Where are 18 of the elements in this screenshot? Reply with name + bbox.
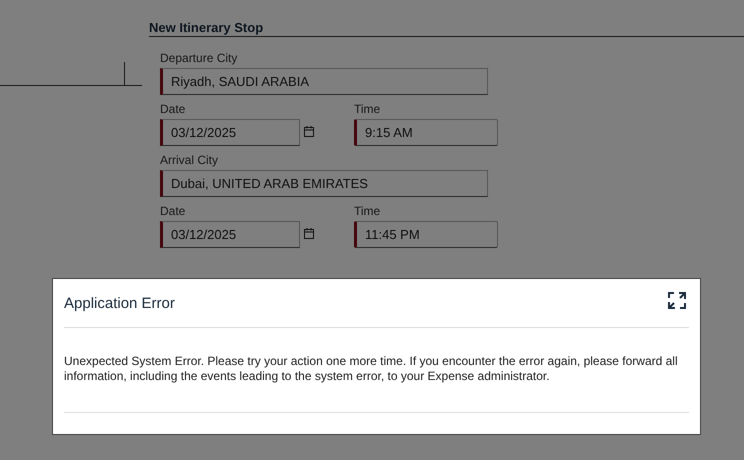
error-message: Unexpected System Error. Please try your action one more time. If you encounter the error again, please forward all information, including the events leading to the system error, to your Expense administrator. (64, 354, 679, 384)
calendar-icon[interactable] (304, 126, 314, 136)
section-title: New Itinerary Stop (149, 20, 744, 37)
field-label: Date (160, 102, 186, 116)
calendar-icon[interactable] (304, 228, 314, 238)
field-label: Departure City (160, 51, 238, 65)
expand-icon[interactable] (668, 292, 686, 308)
dialog-title: Application Error (64, 294, 175, 312)
field-label: Time (354, 204, 382, 218)
field-label: Arrival City (160, 153, 220, 167)
field-label: Time (354, 102, 382, 116)
time-field[interactable]: 9:15 AM (354, 119, 498, 146)
date-field[interactable]: 03/12/2025 (160, 119, 300, 146)
time-field[interactable]: 11:45 PM (354, 221, 498, 248)
city-field[interactable]: Riyadh, SAUDI ARABIA (160, 68, 488, 95)
field-label: Date (160, 204, 186, 218)
date-field[interactable]: 03/12/2025 (160, 221, 300, 248)
city-field[interactable]: Dubai, UNITED ARAB EMIRATES (160, 170, 488, 197)
